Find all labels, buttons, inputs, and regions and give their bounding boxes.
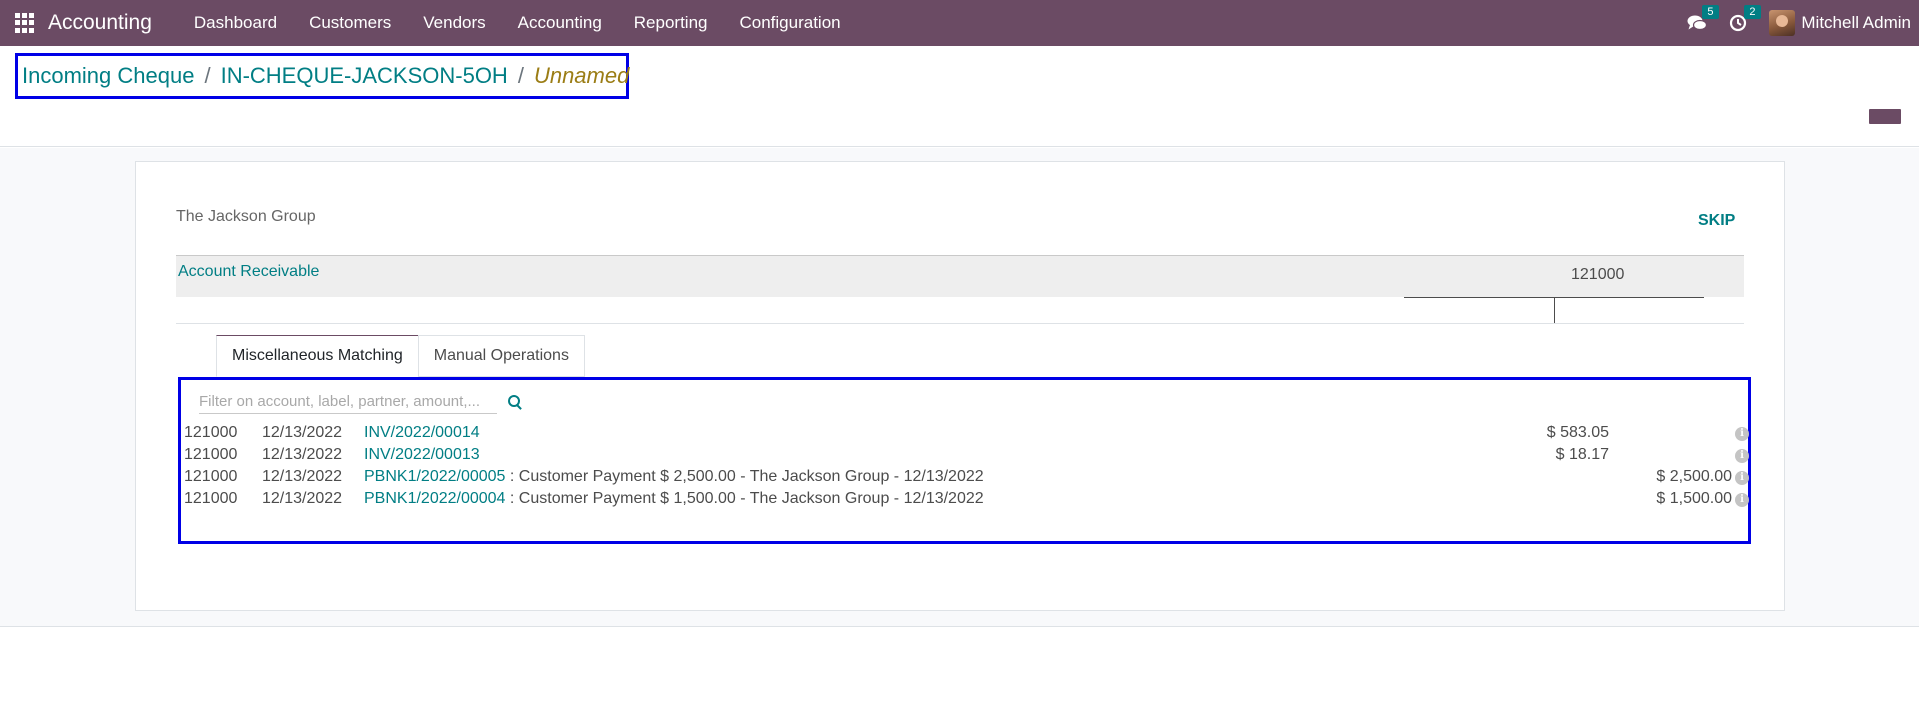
menu-configuration[interactable]: Configuration xyxy=(724,13,857,33)
tab-miscellaneous-matching[interactable]: Miscellaneous Matching xyxy=(216,335,419,377)
line-label: INV/2022/00013 xyxy=(364,446,480,464)
reconciliation-card: The Jackson Group SKIP Account Receivabl… xyxy=(135,161,1785,611)
menu-reporting[interactable]: Reporting xyxy=(618,13,724,33)
filter-input[interactable] xyxy=(199,390,497,414)
line-label: PBNK1/2022/00004 : Customer Payment $ 1,… xyxy=(364,490,984,508)
menu-dashboard[interactable]: Dashboard xyxy=(178,13,293,33)
breadcrumb-current: Unnamed xyxy=(533,63,630,88)
activities-button[interactable]: 2 xyxy=(1729,5,1761,32)
line-account: 121000 xyxy=(184,490,238,507)
line-description: : Customer Payment $ 2,500.00 - The Jack… xyxy=(505,468,984,485)
systray: 5 2 Mitchell Admin xyxy=(1687,0,1919,46)
line-reference[interactable]: PBNK1/2022/00004 xyxy=(364,490,505,507)
breadcrumb-statement[interactable]: IN-CHEQUE-JACKSON-5OH xyxy=(221,63,508,89)
menu-customers[interactable]: Customers xyxy=(293,13,407,33)
account-code: 121000 xyxy=(1571,266,1625,283)
line-account: 121000 xyxy=(184,424,238,441)
user-menu[interactable]: Mitchell Admin xyxy=(1769,10,1911,36)
table-row[interactable]: 121000 12/13/2022 PBNK1/2022/00004 : Cus… xyxy=(184,490,1749,512)
account-row[interactable]: Account Receivable 121000 xyxy=(176,255,1744,297)
line-debit: $ 18.17 xyxy=(1555,446,1609,463)
apps-grid-icon[interactable] xyxy=(15,13,35,33)
search-icon[interactable] xyxy=(507,394,523,410)
filter-row xyxy=(199,390,523,414)
matching-panel: 121000 12/13/2022 INV/2022/00014 $ 583.0… xyxy=(178,377,1751,544)
table-row[interactable]: 121000 12/13/2022 INV/2022/00013 $ 18.17… xyxy=(184,446,1749,468)
table-row[interactable]: 121000 12/13/2022 INV/2022/00014 $ 583.0… xyxy=(184,424,1749,446)
line-account: 121000 xyxy=(184,468,238,485)
matching-tabs: Miscellaneous Matching Manual Operations xyxy=(216,335,585,377)
tab-manual-operations[interactable]: Manual Operations xyxy=(417,335,585,377)
info-icon[interactable]: i xyxy=(1735,493,1749,507)
line-credit: $ 1,500.00 xyxy=(1656,490,1732,507)
info-icon[interactable]: i xyxy=(1735,471,1749,485)
section-divider xyxy=(176,323,1744,324)
line-debit: $ 583.05 xyxy=(1546,424,1609,441)
line-credit: $ 2,500.00 xyxy=(1656,468,1732,485)
line-date: 12/13/2022 xyxy=(262,424,343,441)
line-description: : Customer Payment $ 1,500.00 - The Jack… xyxy=(505,490,984,507)
top-navbar: Accounting Dashboard Customers Vendors A… xyxy=(0,0,1919,46)
line-label: INV/2022/00014 xyxy=(364,424,480,442)
line-reference[interactable]: PBNK1/2022/00005 xyxy=(364,468,505,485)
menu-accounting[interactable]: Accounting xyxy=(502,13,618,33)
app-name[interactable]: Accounting xyxy=(48,11,152,35)
partner-name[interactable]: The Jackson Group xyxy=(176,208,316,226)
main-content: The Jackson Group SKIP Account Receivabl… xyxy=(0,148,1919,627)
line-date: 12/13/2022 xyxy=(262,468,343,485)
matching-lines: 121000 12/13/2022 INV/2022/00014 $ 583.0… xyxy=(184,424,1749,512)
breadcrumb-incoming-cheque[interactable]: Incoming Cheque xyxy=(22,63,194,89)
skip-button[interactable]: SKIP xyxy=(1698,212,1735,230)
user-name: Mitchell Admin xyxy=(1801,13,1911,32)
line-account: 121000 xyxy=(184,446,238,463)
table-row[interactable]: 121000 12/13/2022 PBNK1/2022/00005 : Cus… xyxy=(184,468,1749,490)
avatar xyxy=(1769,10,1796,36)
info-icon[interactable]: i xyxy=(1735,449,1749,463)
line-label: PBNK1/2022/00005 : Customer Payment $ 2,… xyxy=(364,468,984,486)
line-reference[interactable]: INV/2022/00013 xyxy=(364,446,480,463)
main-menu: Dashboard Customers Vendors Accounting R… xyxy=(178,13,857,33)
line-date: 12/13/2022 xyxy=(262,490,343,507)
line-reference[interactable]: INV/2022/00014 xyxy=(364,424,480,441)
balance-divider xyxy=(1554,298,1555,323)
breadcrumb-separator: / xyxy=(204,63,211,88)
breadcrumb-separator: / xyxy=(517,63,524,88)
control-panel: Incoming Cheque / IN-CHEQUE-JACKSON-5OH … xyxy=(0,46,1919,147)
info-icon[interactable]: i xyxy=(1735,427,1749,441)
menu-vendors[interactable]: Vendors xyxy=(407,13,501,33)
messages-button[interactable]: 5 xyxy=(1687,5,1719,32)
account-name-link[interactable]: Account Receivable xyxy=(178,263,319,281)
activities-count-badge: 2 xyxy=(1744,5,1761,19)
breadcrumb: Incoming Cheque / IN-CHEQUE-JACKSON-5OH … xyxy=(15,53,629,99)
control-panel-action-button[interactable] xyxy=(1869,109,1901,124)
messages-count-badge: 5 xyxy=(1702,5,1719,19)
line-date: 12/13/2022 xyxy=(262,446,343,463)
